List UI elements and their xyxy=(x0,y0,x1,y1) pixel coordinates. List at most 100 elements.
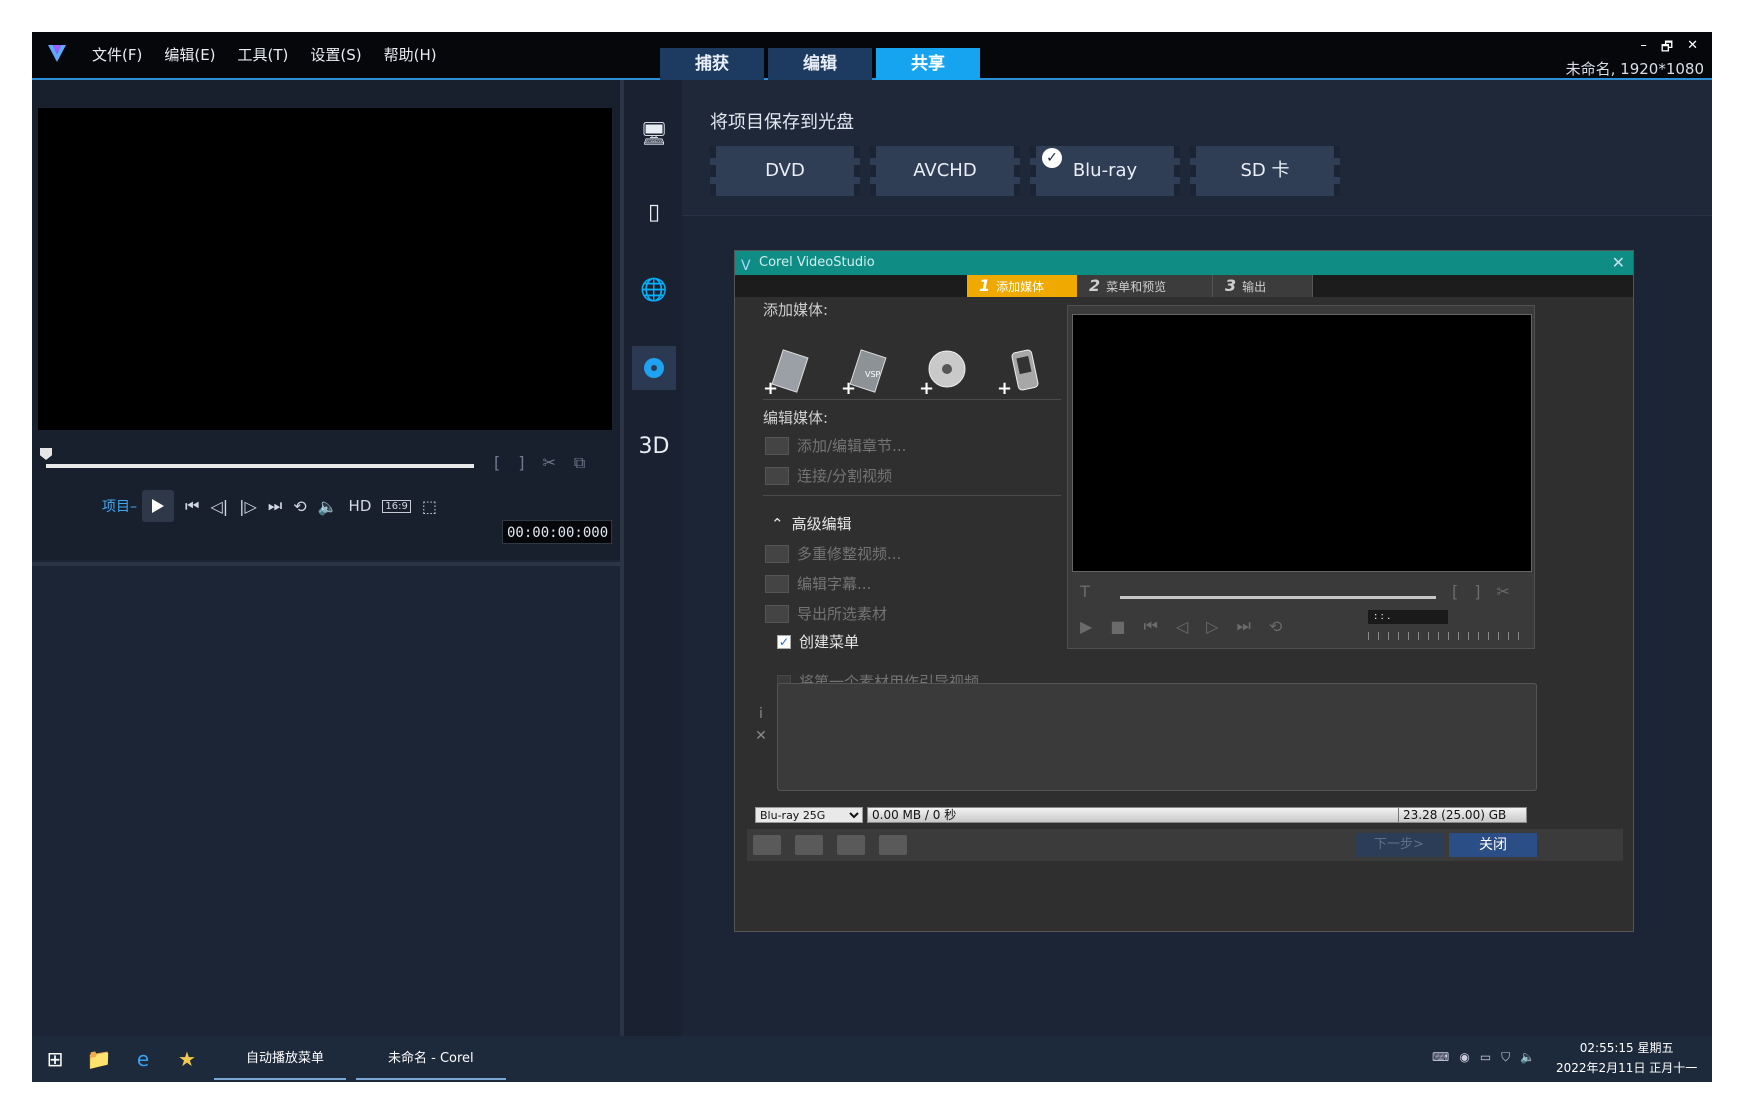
taskbar-clock[interactable]: 02:55:15 星期五 2022年2月11日 正月十一 xyxy=(1556,1038,1697,1078)
window-controls: – 🗗 ✕ xyxy=(1640,38,1698,60)
web-icon[interactable]: 🌐 xyxy=(632,268,676,312)
videostudio-logo-icon xyxy=(48,45,66,62)
add-video-button[interactable]: + xyxy=(763,347,813,399)
add-edit-chapter-option[interactable]: 添加/编辑章节... xyxy=(765,435,906,456)
capacity-row: Blu-ray 25G 0.00 MB / 0 秒 23.28 (25.00) … xyxy=(755,807,1527,823)
cut-icon[interactable]: ✂ xyxy=(1497,582,1510,601)
network-globe-icon[interactable]: ◉ xyxy=(1459,1050,1469,1065)
dialog-scrub-bar[interactable] xyxy=(1120,596,1436,599)
favorites-star-icon[interactable]: ★ xyxy=(172,1044,202,1074)
share-categories: 🖥 ▯ 🌐 3D xyxy=(624,80,682,1036)
restore-button[interactable]: 🗗 xyxy=(1661,38,1673,60)
timecode-display[interactable]: 00:00:00:000 xyxy=(502,520,612,544)
mark-out-icon[interactable]: ] xyxy=(518,453,524,473)
menu-settings[interactable]: 设置(S) xyxy=(310,44,361,65)
project-mode-label[interactable]: 项目– xyxy=(102,496,137,516)
sd-card-button[interactable]: SD 卡 xyxy=(1190,146,1340,196)
taskbar-autoplay-menu[interactable]: 自动播放菜单 xyxy=(214,1038,346,1080)
volume-icon[interactable]: 🔈 xyxy=(318,497,338,516)
security-shield-icon[interactable]: ⛉ xyxy=(1501,1050,1510,1065)
mark-out-icon[interactable]: ] xyxy=(1474,582,1480,601)
create-menu-checkbox[interactable]: ✓ 创建菜单 xyxy=(777,631,859,652)
3d-icon[interactable]: 3D xyxy=(632,424,676,468)
print-label-icon[interactable] xyxy=(879,835,907,855)
mark-in-icon[interactable]: [ xyxy=(494,453,500,473)
add-device-button[interactable]: + xyxy=(997,347,1047,399)
advanced-edit-toggle[interactable]: ⌃ 高级编辑 xyxy=(771,513,852,534)
menu-bar: 文件(F) 编辑(E) 工具(T) 设置(S) 帮助(H) xyxy=(92,44,437,65)
avchd-button[interactable]: AVCHD xyxy=(870,146,1020,196)
next-frame-icon[interactable]: |▷ xyxy=(239,497,257,516)
media-list-area[interactable] xyxy=(777,683,1537,791)
zoom-icon[interactable]: ⬚ xyxy=(422,497,437,516)
windows-taskbar: ⊞ 📁 e ★ 自动播放菜单 未命名 - Corel Vid... ⌨ ◉ ▭ … xyxy=(32,1036,1712,1082)
keyboard-icon[interactable]: ⌨ xyxy=(1432,1050,1449,1065)
menu-help[interactable]: 帮助(H) xyxy=(384,44,437,65)
bluray-label: Blu-ray xyxy=(1072,160,1138,181)
videostudio-dialog: V Corel VideoStudio ✕ 1 添加媒体 2 菜单和预览 3 输出 添… xyxy=(734,250,1634,932)
tab-capture[interactable]: 捕获 xyxy=(660,48,764,80)
computer-icon[interactable]: 🖥 xyxy=(632,112,676,156)
volume-icon[interactable]: 🔈 xyxy=(1520,1050,1535,1065)
info-icon[interactable]: i xyxy=(751,703,771,725)
scrub-bar[interactable] xyxy=(46,464,474,468)
step-add-media[interactable]: 1 添加媒体 xyxy=(967,275,1087,297)
network-icon[interactable]: ▭ xyxy=(1480,1050,1491,1065)
end-icon[interactable]: ⏭ xyxy=(268,496,282,516)
home-icon[interactable]: ⏮ xyxy=(185,496,199,516)
remove-icon[interactable]: ✕ xyxy=(751,725,771,747)
disc-type-select[interactable]: Blu-ray 25G xyxy=(755,807,863,823)
stop-icon[interactable]: ■ xyxy=(1110,617,1125,636)
next-button[interactable]: 下一步> xyxy=(1355,833,1443,857)
file-explorer-icon[interactable]: 📁 xyxy=(84,1044,114,1074)
previous-frame-icon[interactable]: ◁| xyxy=(210,497,228,516)
bluray-button[interactable]: ✓ Blu-ray xyxy=(1030,146,1180,196)
menu-tools[interactable]: 工具(T) xyxy=(238,44,289,65)
end-icon[interactable]: ⏭ xyxy=(1236,616,1250,636)
taskbar-videostudio[interactable]: 未命名 - Corel Vid... xyxy=(356,1038,506,1080)
dvd-button[interactable]: DVD xyxy=(710,146,860,196)
export-clips-option[interactable]: 导出所选素材 xyxy=(765,603,887,624)
step-menu-preview[interactable]: 2 菜单和预览 xyxy=(1077,275,1213,297)
device-icon[interactable]: ▯ xyxy=(632,190,676,234)
disc-icon[interactable] xyxy=(632,346,676,390)
menu-file[interactable]: 文件(F) xyxy=(92,44,142,65)
edit-media-label: 编辑媒体: xyxy=(763,409,829,427)
join-split-video-option[interactable]: 连接/分割视频 xyxy=(765,465,892,486)
cut-icon[interactable]: ✂ xyxy=(543,453,556,473)
close-button[interactable]: ✕ xyxy=(1687,38,1698,60)
play-button[interactable] xyxy=(142,490,174,522)
menu-edit[interactable]: 编辑(E) xyxy=(164,44,215,65)
previous-frame-icon[interactable]: ◁ xyxy=(1176,617,1188,636)
aspect-ratio-icon[interactable] xyxy=(837,835,865,855)
export-icon xyxy=(765,604,789,623)
mark-in-icon[interactable]: [ xyxy=(1452,582,1458,601)
repeat-icon[interactable]: ⟲ xyxy=(293,497,306,516)
scrub-handle[interactable] xyxy=(40,448,52,460)
windows-start-icon[interactable]: ⊞ xyxy=(40,1044,70,1074)
add-disc-button[interactable]: + xyxy=(919,347,969,399)
next-frame-icon[interactable]: ▷ xyxy=(1206,617,1218,636)
edit-subtitle-option[interactable]: 编辑字幕... xyxy=(765,573,871,594)
title-safe-icon[interactable]: T xyxy=(1080,582,1090,601)
multi-trim-option[interactable]: 多重修整视频... xyxy=(765,543,901,564)
close-dialog-button[interactable]: 关闭 xyxy=(1449,833,1537,857)
home-icon[interactable]: ⏮ xyxy=(1143,616,1157,636)
tab-edit[interactable]: 编辑 xyxy=(768,48,872,80)
aspect-ratio-button[interactable]: 16:9 xyxy=(382,499,411,513)
dialog-timecode[interactable]: : : . xyxy=(1368,610,1448,624)
repeat-icon[interactable]: ⟲ xyxy=(1269,617,1282,636)
tab-share[interactable]: 共享 xyxy=(876,48,980,80)
project-settings-icon[interactable] xyxy=(753,835,781,855)
minimize-button[interactable]: – xyxy=(1640,38,1647,60)
dialog-title-bar: V Corel VideoStudio ✕ xyxy=(735,251,1633,275)
hd-toggle[interactable]: HD xyxy=(349,497,372,515)
play-icon[interactable]: ▶ xyxy=(1080,617,1092,636)
enlarge-icon[interactable]: ⧉ xyxy=(574,453,585,473)
dialog-playback-controls: ▶ ■ ⏮ ◁ ▷ ⏭ ⟲ xyxy=(1080,616,1282,636)
add-vsp-button[interactable]: VSP + xyxy=(841,347,891,399)
dialog-close-button[interactable]: ✕ xyxy=(1612,251,1625,275)
internet-explorer-icon[interactable]: e xyxy=(128,1044,158,1074)
step-output[interactable]: 3 输出 xyxy=(1213,275,1313,297)
preferences-icon[interactable] xyxy=(795,835,823,855)
